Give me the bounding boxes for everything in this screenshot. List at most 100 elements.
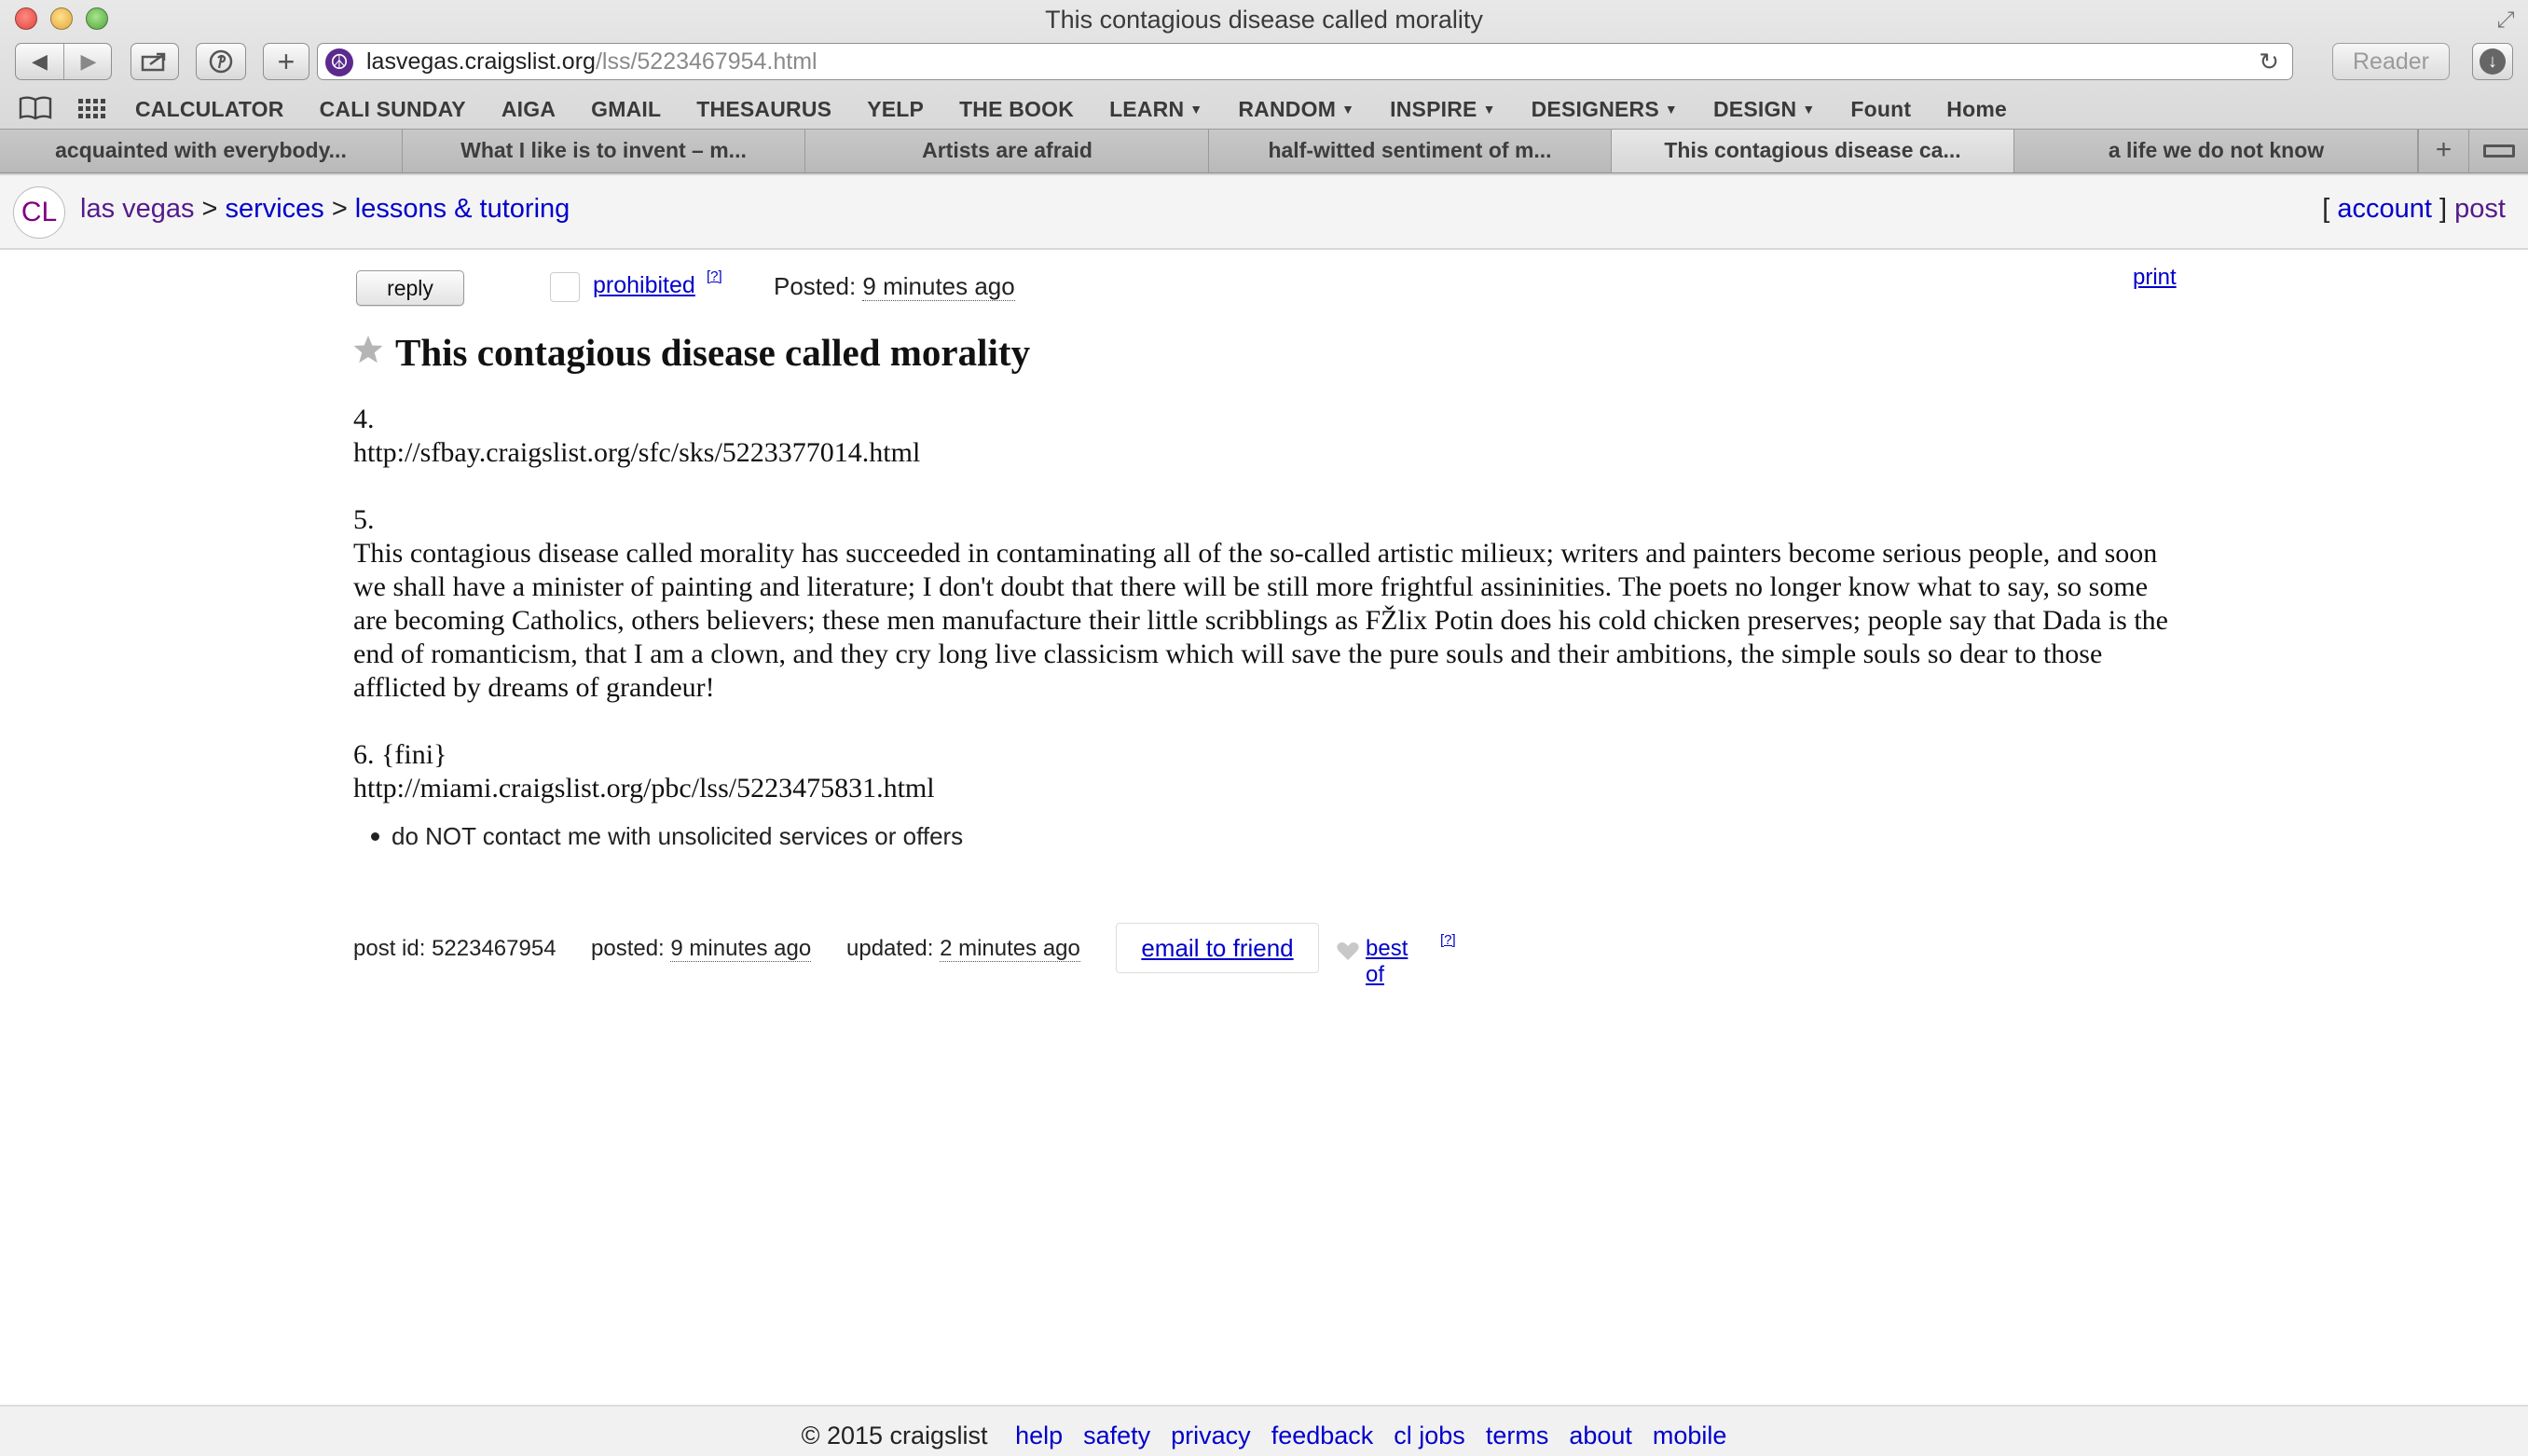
bookmark-item[interactable]: CALCULATOR (135, 97, 284, 122)
reading-list-icon[interactable] (19, 95, 52, 121)
print-link[interactable]: print (2133, 265, 2177, 291)
updated-info: updated: 2 minutes ago (846, 936, 1080, 962)
reader-button[interactable]: Reader (2332, 43, 2450, 80)
footer-link[interactable]: cl jobs (1394, 1422, 1465, 1449)
body-line: 6. {fini} (353, 739, 447, 770)
bookmark-label: LEARN (1109, 96, 1185, 121)
bookmark-item[interactable]: CALI SUNDAY (320, 97, 466, 122)
tab-overview-button[interactable] (2468, 130, 2528, 172)
add-bookmark-button[interactable]: + (263, 43, 309, 80)
tab[interactable]: a life we do not know (2015, 130, 2418, 172)
pinterest-button[interactable] (196, 43, 246, 80)
prohibited-help-link[interactable]: [?] (707, 268, 722, 284)
craigslist-header: CL las vegas > services > lessons & tutoring… (0, 175, 2528, 250)
post-link[interactable]: post (2454, 194, 2506, 224)
footer: © 2015 craigslist help safety privacy feedb… (0, 1405, 2528, 1456)
breadcrumb-city[interactable]: las vegas (80, 194, 195, 224)
notice-item: do NOT contact me with unsolicited servi… (371, 822, 963, 851)
updated-info-value: 2 minutes ago (940, 936, 1080, 962)
bracket-open: [ (2322, 194, 2330, 224)
posted-date: Posted: 9 minutes ago (774, 272, 1015, 301)
notices-list: do NOT contact me with unsolicited servi… (371, 822, 963, 851)
url-host: lasvegas.craigslist.org (366, 48, 596, 75)
bookmark-item[interactable]: INSPIRE ▼ (1390, 97, 1496, 122)
account-link[interactable]: account (2337, 194, 2432, 224)
craigslist-logo[interactable]: CL (13, 186, 65, 239)
posted-info-value: 9 minutes ago (670, 936, 812, 962)
posting-bar: reply prohibited [?] Posted: 9 minutes a… (0, 250, 2528, 317)
post-id-value: 5223467954 (432, 936, 556, 961)
new-tab-button[interactable]: + (2418, 130, 2468, 172)
favorite-star-icon[interactable] (352, 334, 384, 365)
footer-link[interactable]: safety (1083, 1422, 1150, 1449)
tab[interactable]: What I like is to invent – m... (403, 130, 805, 172)
heart-icon[interactable] (1336, 940, 1360, 962)
best-of-link[interactable]: best of (1366, 936, 1408, 988)
bookmark-label: GMAIL (591, 96, 662, 121)
breadcrumb-section[interactable]: services (225, 194, 323, 224)
plus-icon: + (2435, 134, 2452, 165)
address-bar[interactable]: ☮ lasvegas.craigslist.org/lss/5223467954… (317, 43, 2293, 80)
email-to-friend-button[interactable]: email to friend (1116, 923, 1319, 973)
bookmark-item[interactable]: THESAURUS (696, 97, 831, 122)
chevron-down-icon: ▼ (1341, 101, 1355, 117)
bookmark-label: YELP (867, 96, 925, 121)
title-bar: This contagious disease called morality … (0, 0, 2528, 39)
bookmark-item[interactable]: Home (1946, 97, 2007, 122)
chevron-down-icon: ▼ (1482, 101, 1496, 117)
reply-button[interactable]: reply (356, 270, 464, 306)
post-id: post id: 5223467954 (353, 936, 556, 962)
back-icon[interactable]: ◀ (16, 44, 64, 79)
bookmark-item[interactable]: Fount (1850, 97, 1911, 122)
tab-active[interactable]: This contagious disease ca... (1612, 130, 2014, 172)
footer-link-list: help safety privacy feedback cl jobs terms abo… (995, 1422, 1726, 1449)
bookmark-item[interactable]: DESIGNERS ▼ (1532, 97, 1678, 122)
posted-label: Posted: (774, 272, 857, 300)
breadcrumb-category[interactable]: lessons & tutoring (355, 194, 570, 224)
back-forward-buttons: ◀ ▶ (15, 43, 112, 80)
reload-icon[interactable]: ↻ (2259, 48, 2279, 76)
posted-info: posted: 9 minutes ago (591, 936, 812, 962)
fullscreen-icon[interactable]: ⤢ (2493, 7, 2519, 34)
footer-link[interactable]: terms (1486, 1422, 1549, 1449)
chevron-down-icon: ▼ (1189, 101, 1203, 117)
bookmark-item[interactable]: DESIGN ▼ (1713, 97, 1815, 122)
window-title: This contagious disease called morality (1045, 6, 1483, 34)
footer-link[interactable]: feedback (1271, 1422, 1374, 1449)
bracket-close: ] (2439, 194, 2448, 224)
best-of-help-link[interactable]: [?] (1440, 932, 1456, 948)
breadcrumb-separator: > (201, 194, 218, 224)
bookmark-item[interactable]: LEARN ▼ (1109, 97, 1202, 122)
footer-link[interactable]: privacy (1171, 1422, 1251, 1449)
footer-links: © 2015 craigslist help safety privacy feedb… (802, 1422, 1727, 1450)
tab[interactable]: Artists are afraid (806, 130, 1209, 172)
bookmark-label: Fount (1850, 96, 1912, 121)
prohibited-link[interactable]: prohibited (593, 272, 695, 299)
top-sites-grid-icon[interactable] (76, 97, 106, 121)
bookmark-item[interactable]: GMAIL (591, 97, 661, 122)
bookmark-label: THESAURUS (696, 96, 832, 121)
downloads-button[interactable]: ↓ (2472, 43, 2513, 80)
bookmark-item[interactable]: THE BOOK (959, 97, 1074, 122)
footer-link[interactable]: about (1569, 1422, 1632, 1449)
breadcrumb: las vegas > services > lessons & tutoring (80, 194, 570, 225)
forward-icon[interactable]: ▶ (64, 44, 113, 79)
tab[interactable]: acquainted with everybody... (0, 130, 403, 172)
flag-checkbox[interactable] (550, 272, 580, 302)
body-line: http://sfbay.craigslist.org/sfc/sks/5223… (353, 437, 921, 468)
bookmark-item[interactable]: RANDOM ▼ (1238, 97, 1354, 122)
footer-link[interactable]: help (1015, 1422, 1063, 1449)
share-button[interactable] (131, 43, 179, 80)
bookmark-label: INSPIRE (1390, 96, 1477, 121)
bookmark-label: CALI SUNDAY (319, 96, 466, 121)
url-text[interactable]: lasvegas.craigslist.org/lss/5223467954.h… (366, 48, 817, 76)
bookmark-label: DESIGNERS (1531, 96, 1659, 121)
posting-title: This contagious disease called morality (395, 331, 1031, 374)
chevron-down-icon: ▼ (1664, 101, 1678, 117)
tab[interactable]: half-witted sentiment of m... (1209, 130, 1612, 172)
posted-value: 9 minutes ago (862, 272, 1015, 301)
footer-link[interactable]: mobile (1653, 1422, 1727, 1449)
bookmark-item[interactable]: YELP (867, 97, 924, 122)
pinterest-icon (209, 49, 233, 74)
bookmark-item[interactable]: AIGA (501, 97, 556, 122)
